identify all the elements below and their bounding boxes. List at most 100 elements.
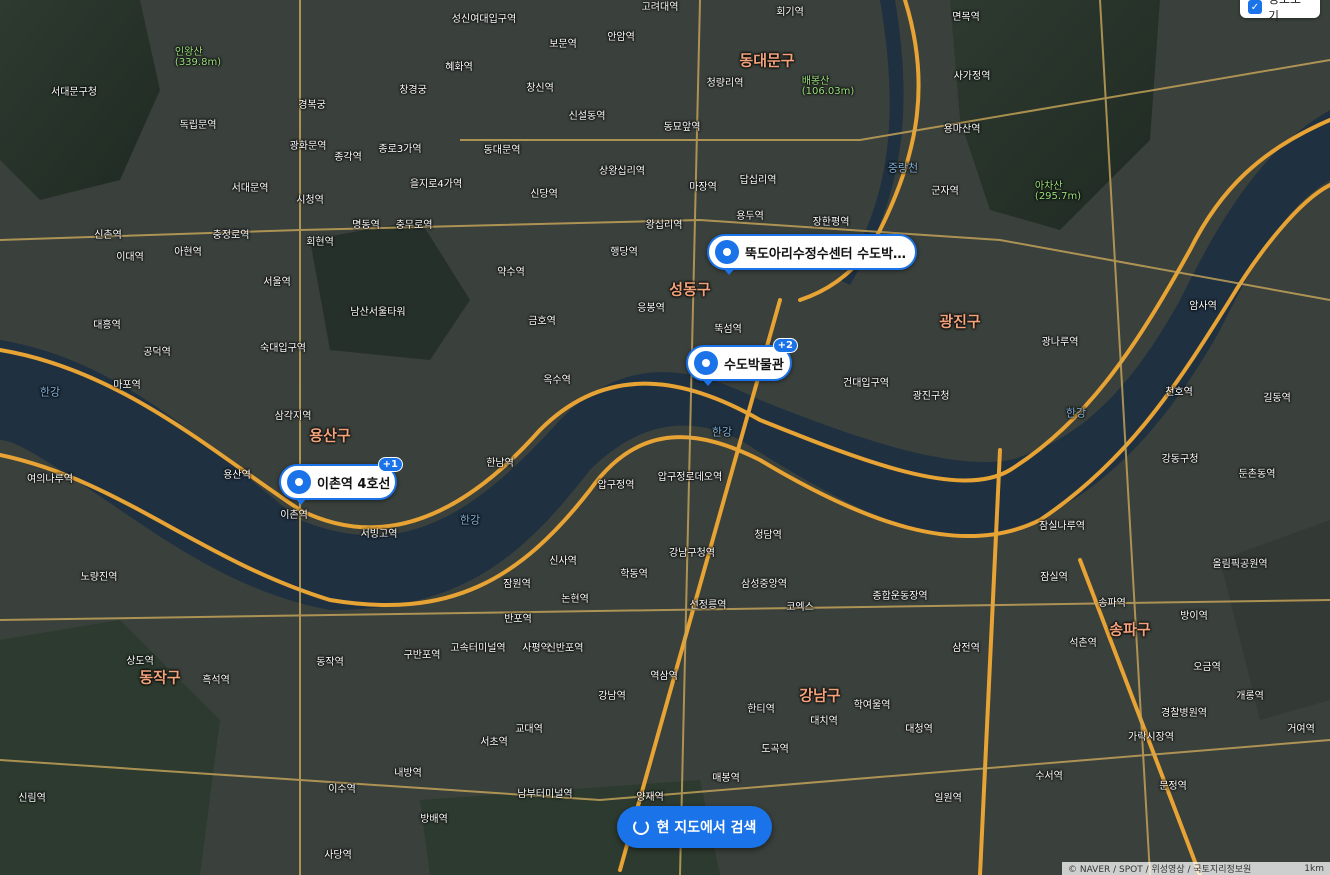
place-label: 매봉역 [712, 773, 740, 784]
place-label: 신당역 [530, 189, 558, 200]
place-label: 응봉역 [637, 303, 665, 314]
place-label: 구반포역 [403, 650, 441, 661]
place-label: 방배역 [420, 814, 448, 825]
place-label: 남부터미널역 [517, 789, 573, 800]
place-label: 창경궁 [399, 85, 427, 96]
district-label: 광진구 [939, 312, 981, 331]
place-label: 명동역 [352, 220, 380, 231]
place-label: 뚝섬역 [714, 324, 742, 335]
district-label: 동작구 [139, 668, 181, 687]
place-label: 석촌역 [1069, 638, 1097, 649]
place-label: 내방역 [394, 768, 422, 779]
place-label: 시청역 [296, 195, 324, 206]
place-label: 노량진역 [80, 572, 118, 583]
place-label: 종각역 [334, 152, 362, 163]
place-label: 충정로역 [212, 230, 250, 241]
place-label: 둔촌동역 [1238, 469, 1276, 480]
place-label: 학여울역 [853, 700, 891, 711]
place-label: 개롱역 [1236, 691, 1264, 702]
place-label: 교대역 [515, 724, 543, 735]
place-label: 신반포역 [546, 643, 584, 654]
place-label: 고려대역 [641, 2, 679, 13]
place-label: 신설동역 [568, 111, 606, 122]
river-label: 중랑천 [887, 161, 919, 175]
place-label: 동대문역 [483, 145, 521, 156]
map-pin-ichon-station[interactable]: 이촌역 4호선 +1 [279, 457, 403, 505]
pin-tail [723, 268, 735, 275]
place-label: 가락시장역 [1128, 732, 1174, 743]
place-label: 천호역 [1165, 387, 1193, 398]
district-label: 성동구 [669, 280, 711, 299]
place-label: 왕십리역 [645, 220, 683, 231]
place-label: 동작역 [316, 657, 344, 668]
place-label: 문정역 [1159, 781, 1187, 792]
place-label: 충무로역 [395, 220, 433, 231]
pin-label: 수도박물관 [724, 357, 784, 373]
place-label: 여의나루역 [27, 474, 73, 485]
place-label: 면목역 [952, 12, 980, 23]
place-label: 잠실나루역 [1039, 521, 1085, 532]
place-label: 압구정로데오역 [657, 472, 723, 483]
place-label: 사가정역 [953, 71, 991, 82]
river-label: 한강 [39, 385, 61, 399]
place-label: 서초역 [480, 737, 508, 748]
place-label: 삼성중앙역 [741, 579, 787, 590]
place-label: 을지로4가역 [409, 179, 463, 190]
peak-label: 인왕산 (339.8m) [174, 47, 222, 68]
place-label: 광화문역 [289, 141, 327, 152]
place-label: 안암역 [607, 32, 635, 43]
place-label: 역삼역 [650, 671, 678, 682]
place-label: 아현역 [174, 247, 202, 258]
place-label: 광나루역 [1041, 337, 1079, 348]
map-pin-water-museum[interactable]: 수도박물관 +2 [686, 338, 798, 386]
pin-tail [295, 498, 307, 505]
district-label: 용산구 [309, 426, 351, 445]
place-label: 창신역 [526, 83, 554, 94]
place-label: 옥수역 [543, 375, 571, 386]
place-label: 양재역 [636, 792, 664, 803]
map-copyright-bar: © NAVER / SPOT / 위성영상 / 국토지리정보원 1km [1062, 862, 1330, 875]
place-label: 코엑스 [786, 602, 814, 613]
place-label: 송파역 [1098, 598, 1126, 609]
place-label: 거여역 [1287, 724, 1315, 735]
location-pin-icon [694, 351, 718, 375]
place-label: 답십리역 [739, 175, 777, 186]
place-label: 동묘앞역 [663, 122, 701, 133]
peak-label: 배봉산 (106.03m) [801, 76, 855, 97]
place-label: 장한평역 [812, 217, 850, 228]
place-label: 강남구청역 [669, 548, 715, 559]
place-label: 상왕십리역 [599, 166, 645, 177]
map-pin-ttukdo[interactable]: 뚝도아리수정수센터 수도박… [707, 234, 917, 275]
place-label: 군자역 [931, 186, 959, 197]
place-label: 남산서울타워 [350, 307, 406, 318]
district-label: 송파구 [1109, 620, 1151, 639]
place-label: 이촌역 [280, 510, 308, 521]
place-label: 서대문구청 [51, 87, 97, 98]
place-label: 성신여대입구역 [451, 14, 517, 25]
district-label: 강남구 [799, 686, 841, 705]
place-label: 마장역 [689, 182, 717, 193]
place-label: 혜화역 [445, 62, 473, 73]
location-pin-icon [715, 240, 739, 264]
info-toggle-button[interactable]: ✓ 정보보기 [1240, 0, 1320, 23]
place-label: 용두역 [736, 211, 764, 222]
place-label: 대치역 [810, 716, 838, 727]
place-label: 잠실역 [1040, 572, 1068, 583]
refresh-icon [632, 819, 649, 835]
location-pin-icon [287, 470, 311, 494]
place-label: 강동구청 [1161, 454, 1199, 465]
place-label: 공덕역 [143, 347, 171, 358]
place-label: 압구정역 [597, 480, 635, 491]
river-label: 한강 [711, 425, 733, 439]
scale-label: 1km [1304, 863, 1324, 874]
search-current-map-button[interactable]: 현 지도에서 검색 [617, 806, 772, 848]
place-label: 상도역 [126, 656, 154, 667]
place-label: 마포역 [113, 380, 141, 391]
place-label: 수서역 [1035, 771, 1063, 782]
place-label: 신사역 [549, 556, 577, 567]
place-label: 오금역 [1193, 662, 1221, 673]
copyright-text: © NAVER / SPOT / 위성영상 / 국토지리정보원 [1068, 865, 1252, 875]
place-label: 경복궁 [298, 100, 326, 111]
place-label: 경찰병원역 [1161, 708, 1207, 719]
pin-tail [702, 379, 714, 386]
